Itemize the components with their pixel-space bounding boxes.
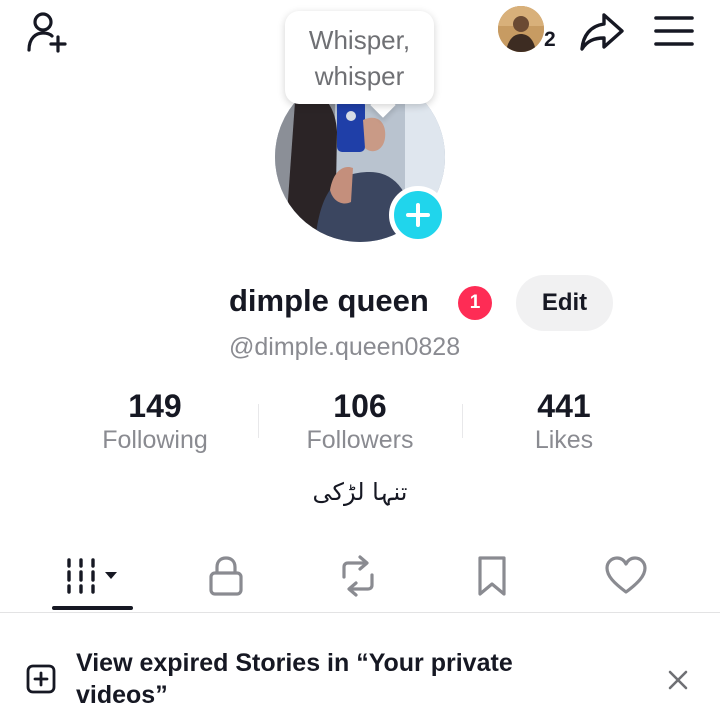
add-friend-button[interactable] — [18, 6, 74, 56]
notification-badge[interactable]: 1 — [458, 286, 492, 320]
share-button[interactable] — [574, 6, 630, 56]
hamburger-menu-icon — [654, 16, 694, 46]
stat-label: Following — [102, 426, 208, 454]
stat-value: 149 — [128, 388, 182, 424]
repost-icon — [342, 555, 374, 597]
person-plus-icon — [27, 12, 67, 53]
friend-count: 2 — [544, 28, 556, 51]
stat-divider — [258, 404, 259, 438]
share-arrow-icon — [580, 13, 624, 51]
lock-icon — [209, 556, 243, 596]
tooltip-text-line1: Whisper, — [308, 24, 411, 55]
banner-text[interactable]: View expired Stories in “Your private vi… — [76, 647, 596, 711]
stat-label: Followers — [306, 426, 414, 454]
bookmark-icon — [478, 556, 506, 596]
stat-value: 106 — [333, 388, 387, 424]
plus-icon — [406, 203, 430, 227]
stat-divider — [462, 404, 463, 438]
tab-favorites[interactable] — [462, 546, 522, 606]
menu-button[interactable] — [648, 8, 700, 54]
heart-icon — [605, 556, 647, 594]
edit-profile-button[interactable]: Edit — [516, 275, 613, 331]
stat-label: Likes — [534, 426, 594, 454]
add-story-button[interactable] — [389, 186, 447, 244]
active-tab-indicator — [52, 606, 133, 610]
tab-liked[interactable] — [596, 546, 656, 606]
tab-reposts[interactable] — [328, 546, 388, 606]
stat-following[interactable]: 149 Following — [55, 388, 255, 455]
stat-followers[interactable]: 106 Followers — [260, 388, 460, 455]
avatar — [498, 6, 544, 52]
banner-close-button[interactable] — [660, 662, 696, 698]
tooltip-text-line2: whisper — [314, 60, 405, 91]
tab-videos[interactable] — [52, 546, 133, 606]
bio-text: تنہا لڑکی — [312, 478, 408, 506]
story-plus-icon — [24, 661, 58, 695]
stat-value: 441 — [537, 388, 591, 424]
stat-likes[interactable]: 441 Likes — [464, 388, 664, 455]
tab-private[interactable] — [196, 546, 256, 606]
friends-avatar-button[interactable]: 2 — [498, 6, 562, 58]
username: @dimple.queen0828 — [229, 333, 461, 361]
close-icon — [668, 670, 688, 690]
grid-icon — [66, 558, 117, 594]
whisper-tooltip[interactable]: Whisper, whisper — [285, 11, 434, 104]
display-name: dimple queen — [229, 283, 429, 318]
